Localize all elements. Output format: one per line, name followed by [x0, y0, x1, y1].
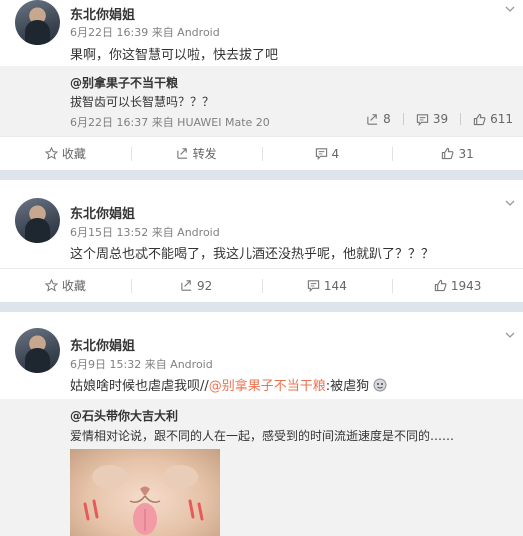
star-icon	[44, 279, 58, 292]
action-bar: 收藏 转发 4 31	[0, 136, 523, 170]
comment-button[interactable]: 4	[261, 137, 393, 170]
quoted-comment-count[interactable]: 39	[403, 112, 448, 126]
quoted-image[interactable]	[70, 449, 220, 536]
comment-text: 姑娘啥时候也虐虐我呗//@别拿果子不当干粮:被虐狗	[70, 375, 387, 394]
action-bar: 收藏 92 144 1943	[0, 268, 523, 302]
comment-icon	[307, 280, 320, 292]
chevron-down-icon[interactable]	[505, 4, 515, 14]
like-button[interactable]: 31	[392, 137, 523, 170]
repost-icon	[176, 148, 187, 159]
comment-button[interactable]: 144	[261, 269, 393, 302]
quoted-username[interactable]: @别拿果子不当干粮	[70, 74, 178, 91]
like-icon	[442, 147, 454, 160]
cat-image	[83, 465, 204, 535]
like-button[interactable]: 1943	[392, 269, 523, 302]
username[interactable]: 东北你娟姐	[70, 203, 135, 222]
post-meta: 6月15日 13:52 来自 Android	[70, 226, 220, 239]
comment-card: 东北你娟姐 6月9日 15:32 来自 Android 姑娘啥时候也虐虐我呗//…	[0, 312, 523, 536]
quoted-post[interactable]: @别拿果子不当干粮 拔智齿可以长智慧吗？？？ 6月22日 16:37 来自 HU…	[0, 66, 523, 136]
post-meta: 6月22日 16:39 来自 Android	[70, 26, 220, 39]
favorite-button[interactable]: 收藏	[0, 269, 131, 302]
emoji-icon	[373, 378, 387, 392]
quoted-repost-count[interactable]: 8	[366, 112, 391, 126]
comment-icon	[315, 148, 327, 160]
quoted-username[interactable]: @石头带你大吉大利	[70, 407, 178, 424]
post-meta: 6月9日 15:32 来自 Android	[70, 358, 213, 371]
quoted-stats: 8 39 611	[354, 112, 513, 126]
repost-icon	[181, 280, 192, 291]
quoted-like-count[interactable]: 611	[460, 112, 513, 126]
like-icon	[473, 113, 486, 125]
quoted-text: 拔智齿可以长智慧吗？？？	[70, 95, 215, 109]
repost-icon	[367, 113, 378, 125]
comment-card: 东北你娟姐 6月15日 13:52 来自 Android 这个周总也忒不能喝了，…	[0, 180, 523, 302]
favorite-button[interactable]: 收藏	[0, 137, 131, 170]
avatar[interactable]	[15, 0, 60, 45]
quoted-post[interactable]: @石头带你大吉大利 爱情相对论说，跟不同的人在一起，感受到的时间流逝速度是不同的…	[0, 399, 523, 536]
quoted-meta: 6月22日 16:37 来自 HUAWEI Mate 20	[70, 116, 270, 129]
card-separator	[0, 302, 523, 312]
mention-link[interactable]: @别拿果子不当干粮	[209, 379, 326, 394]
comment-text: 这个周总也忒不能喝了，我这儿酒还没热乎呢，他就趴了？？？	[70, 247, 435, 262]
card-separator	[0, 170, 523, 180]
repost-button[interactable]: 转发	[130, 137, 262, 170]
repost-button[interactable]: 92	[130, 269, 262, 302]
comment-card: 东北你娟姐 6月22日 16:39 来自 Android 果啊，你这智慧可以啦，…	[0, 0, 523, 170]
username[interactable]: 东北你娟姐	[70, 4, 135, 23]
comment-text: 果啊，你这智慧可以啦，快去拔了吧	[70, 48, 279, 63]
chevron-down-icon[interactable]	[505, 198, 515, 208]
avatar[interactable]	[15, 198, 60, 243]
chevron-down-icon[interactable]	[505, 330, 515, 340]
star-icon	[44, 147, 58, 160]
username[interactable]: 东北你娟姐	[70, 335, 135, 354]
avatar[interactable]	[15, 328, 60, 373]
quoted-text: 爱情相对论说，跟不同的人在一起，感受到的时间流逝速度是不同的……	[70, 429, 455, 443]
comment-icon	[416, 113, 428, 126]
like-icon	[434, 279, 447, 292]
